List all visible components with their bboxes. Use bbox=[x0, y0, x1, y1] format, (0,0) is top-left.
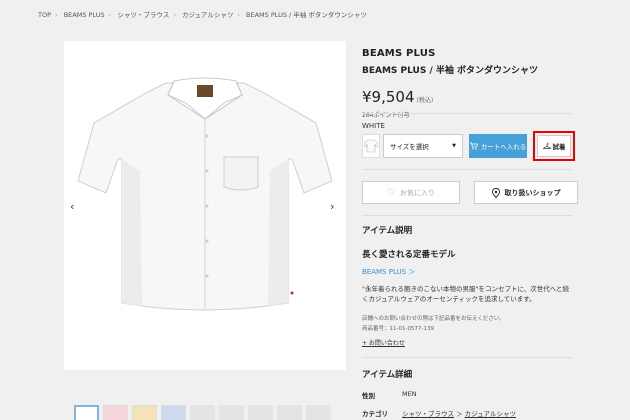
thumbnail-yellow[interactable] bbox=[132, 405, 157, 420]
tryon-button-label: 試着 bbox=[552, 143, 566, 151]
thumbnail-blue[interactable] bbox=[161, 405, 186, 420]
price-value: ¥9,504 bbox=[362, 88, 415, 106]
detail-row-gender: 性別 MEN bbox=[362, 390, 417, 400]
product-price: ¥9,504 (税込) bbox=[362, 88, 572, 106]
details-section-title: アイテム詳細 bbox=[362, 370, 413, 380]
detail-row-category: カテゴリ シャツ・ブラウス ＞ カジュアルシャツ bbox=[362, 410, 516, 418]
heart-icon: ♡ bbox=[386, 187, 396, 198]
breadcrumb-shirts[interactable]: シャツ・ブラウス bbox=[117, 11, 169, 19]
divider bbox=[362, 215, 572, 216]
color-label: WHITE bbox=[362, 122, 385, 130]
thumbnail-item[interactable] bbox=[219, 405, 244, 420]
product-name: BEAMS PLUS / 半袖 ボタンダウンシャツ bbox=[362, 66, 539, 76]
breadcrumb-casual[interactable]: カジュアルシャツ bbox=[182, 11, 233, 19]
thumbnail-item[interactable] bbox=[248, 405, 273, 420]
shop-button-label: 取り扱いショップ bbox=[504, 188, 561, 197]
favorite-button-label: お気に入り bbox=[400, 188, 436, 197]
note-line: 店舗へのお問い合わせの際は下記品番をお伝えください。 bbox=[362, 316, 505, 322]
brand-link[interactable]: BEAMS PLUS ＞ bbox=[362, 267, 415, 277]
thumbnail-item[interactable] bbox=[190, 405, 215, 420]
breadcrumb-top[interactable]: TOP bbox=[38, 11, 51, 19]
product-info: BEAMS PLUS BEAMS PLUS / 半袖 ボタンダウンシャツ ¥9,… bbox=[362, 48, 572, 119]
thumbnail-white[interactable] bbox=[74, 405, 99, 420]
tryon-highlight: 試着 bbox=[533, 131, 575, 161]
category-link-casual[interactable]: カジュアルシャツ bbox=[465, 410, 516, 418]
gender-label: 性別 bbox=[362, 392, 375, 400]
action-row: ♡ お気に入り 取り扱いショップ bbox=[362, 181, 578, 204]
shop-button[interactable]: 取り扱いショップ bbox=[474, 181, 578, 204]
description-heading: 長く愛される定番モデル bbox=[362, 250, 456, 260]
description-body: "永年着られる飽きのこない本物の男服"をコンセプトに、次世代へと続くカジュアルウ… bbox=[362, 285, 569, 303]
chevron-right-icon[interactable]: › bbox=[330, 200, 334, 213]
product-number-note: 店舗へのお問い合わせの際は下記品番をお伝えください。 商品番号：11-01-05… bbox=[362, 314, 505, 334]
divider bbox=[362, 357, 572, 358]
description-section-title: アイテム説明 bbox=[362, 226, 413, 236]
thumbnail-item[interactable] bbox=[277, 405, 302, 420]
tryon-button[interactable]: 試着 bbox=[537, 135, 571, 157]
favorite-button[interactable]: ♡ お気に入り bbox=[362, 181, 460, 204]
dropdown-arrow-icon: ▼ bbox=[452, 143, 456, 149]
tax-note: (税込) bbox=[416, 97, 434, 104]
category-link-shirts[interactable]: シャツ・ブラウス bbox=[402, 410, 454, 418]
divider bbox=[362, 169, 572, 170]
location-pin-icon bbox=[491, 187, 500, 198]
product-image-panel bbox=[64, 41, 346, 370]
thumbnail-strip bbox=[74, 405, 331, 420]
breadcrumb-brand[interactable]: BEAMS PLUS bbox=[64, 11, 105, 19]
size-select-label: サイズを選択 bbox=[390, 143, 429, 151]
size-select[interactable]: サイズを選択 ▼ bbox=[383, 134, 463, 158]
add-to-cart-button[interactable]: カートへ入れる bbox=[469, 134, 527, 158]
inquiry-link[interactable]: + お問い合わせ bbox=[362, 338, 405, 347]
product-image[interactable] bbox=[64, 41, 346, 370]
cart-icon bbox=[469, 142, 478, 150]
divider bbox=[362, 113, 572, 114]
breadcrumb-current: BEAMS PLUS / 半袖 ボタンダウンシャツ bbox=[246, 11, 367, 19]
variant-row: サイズを選択 ▼ カートへ入れる 試着 bbox=[362, 131, 575, 161]
hanger-icon bbox=[542, 142, 551, 149]
gender-value: MEN bbox=[402, 390, 417, 398]
product-number: 商品番号：11-01-0577-139 bbox=[362, 326, 434, 332]
thumbnail-item[interactable] bbox=[306, 405, 331, 420]
chevron-left-icon[interactable]: ‹ bbox=[70, 200, 74, 213]
shirt-thumbnail-icon bbox=[364, 139, 378, 153]
category-label: カテゴリ bbox=[362, 410, 388, 418]
points-note: 264ポイント付与 bbox=[362, 112, 410, 119]
breadcrumb: TOP › BEAMS PLUS › シャツ・ブラウス › カジュアルシャツ › BEA… bbox=[38, 11, 367, 19]
color-swatch[interactable] bbox=[362, 134, 380, 158]
product-brand[interactable]: BEAMS PLUS bbox=[362, 48, 572, 59]
thumbnail-pink[interactable] bbox=[103, 405, 128, 420]
cart-button-label: カートへ入れる bbox=[480, 143, 527, 151]
